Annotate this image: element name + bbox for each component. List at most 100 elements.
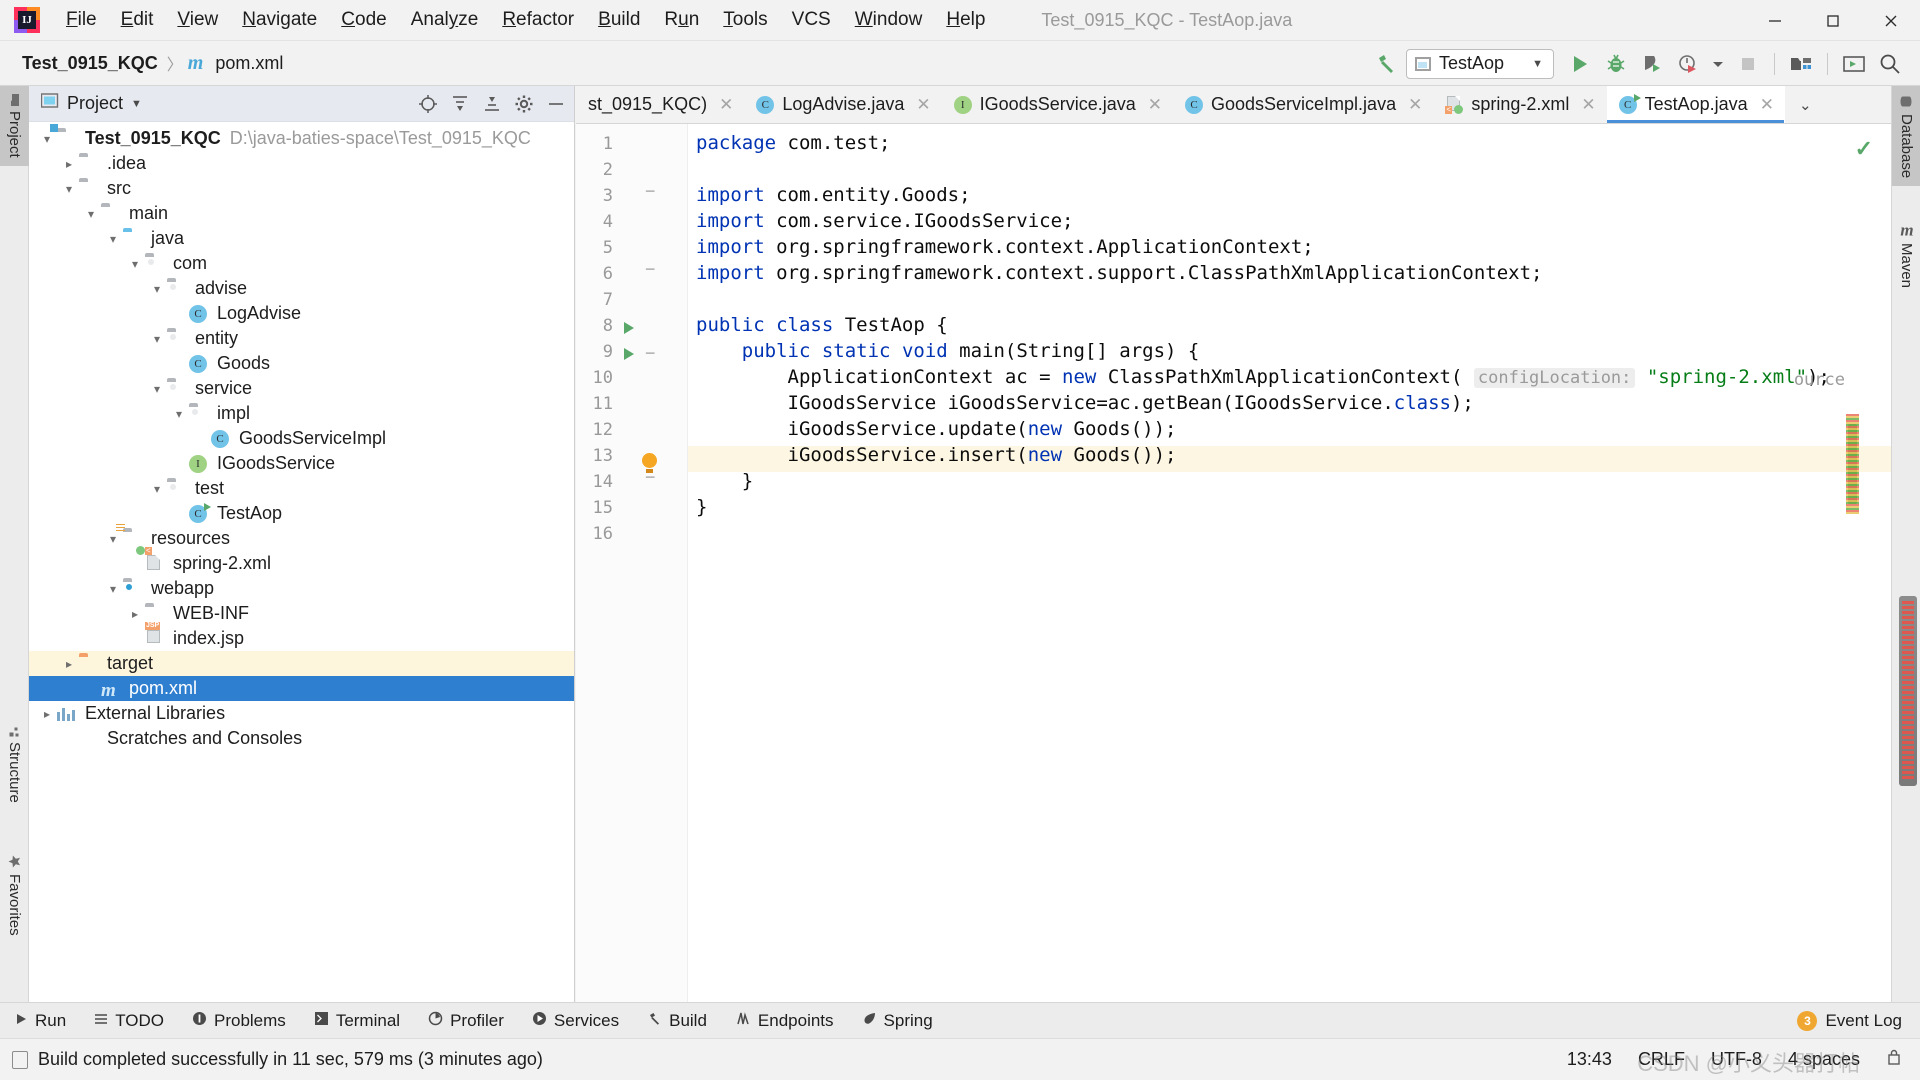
coverage-shield-icon[interactable] bbox=[1636, 48, 1668, 80]
run-gutter-icon-main[interactable] bbox=[624, 348, 634, 360]
chevron-down-icon[interactable]: ▼ bbox=[131, 98, 142, 110]
tree-row[interactable]: ▸ WEB-INF bbox=[29, 601, 574, 626]
tree-row-pom-xml[interactable]: m pom.xml bbox=[29, 676, 574, 701]
collapse-all-icon[interactable] bbox=[482, 94, 502, 114]
chevron-down-icon[interactable]: ▾ bbox=[147, 482, 167, 496]
chevron-down-icon[interactable]: ⌄ bbox=[1785, 86, 1826, 123]
tree-row[interactable]: Scratches and Consoles bbox=[29, 726, 574, 751]
sidebar-item-structure[interactable]: Structure bbox=[0, 716, 29, 811]
tree-row[interactable]: C TestAop bbox=[29, 501, 574, 526]
chevron-right-icon[interactable]: ▸ bbox=[37, 707, 57, 721]
tree-row[interactable]: ▾ resources bbox=[29, 523, 574, 551]
bottom-tab-endpoints[interactable]: Endpoints bbox=[721, 1011, 848, 1031]
tree-row[interactable]: ▾ advise bbox=[29, 276, 574, 301]
run-gutter-icon-class[interactable] bbox=[624, 322, 634, 334]
tree-row[interactable]: ▸ .idea bbox=[29, 151, 574, 176]
editor-tab-goodsserviceimpl[interactable]: C GoodsServiceImpl.java ✕ bbox=[1173, 86, 1433, 123]
status-message[interactable]: Build completed successfully in 11 sec, … bbox=[38, 1049, 543, 1070]
menu-file[interactable]: File bbox=[54, 6, 109, 34]
breadcrumb-file[interactable]: pom.xml bbox=[211, 51, 287, 76]
tree-row[interactable]: ▸ External Libraries bbox=[29, 701, 574, 726]
status-line-separator[interactable]: CRLF bbox=[1638, 1049, 1685, 1070]
tree-row[interactable]: ▾ main bbox=[29, 201, 574, 226]
close-icon[interactable]: ✕ bbox=[916, 95, 930, 115]
menu-refactor[interactable]: Refactor bbox=[490, 6, 586, 34]
bottom-tab-spring[interactable]: Spring bbox=[848, 1011, 947, 1031]
tree-row[interactable]: ▾ impl bbox=[29, 401, 574, 426]
project-structure-icon[interactable] bbox=[1785, 48, 1817, 80]
bottom-tab-profiler[interactable]: Profiler bbox=[414, 1011, 518, 1031]
expand-all-icon[interactable] bbox=[450, 94, 470, 114]
tree-row[interactable]: < spring-2.xml bbox=[29, 545, 574, 576]
tree-row[interactable]: I IGoodsService bbox=[29, 451, 574, 476]
settings-gear-icon[interactable] bbox=[514, 94, 534, 114]
menu-build[interactable]: Build bbox=[586, 6, 652, 34]
minimize-button[interactable] bbox=[1746, 0, 1804, 41]
tree-row[interactable]: ▾ webapp bbox=[29, 576, 574, 601]
chevron-down-icon[interactable]: ▾ bbox=[103, 232, 123, 246]
event-log-label[interactable]: Event Log bbox=[1825, 1011, 1902, 1031]
chevron-down-icon[interactable]: ▾ bbox=[125, 257, 145, 271]
run-triangle-icon[interactable] bbox=[1564, 48, 1596, 80]
chevron-down-icon[interactable]: ▾ bbox=[81, 207, 101, 221]
tree-row[interactable]: C GoodsServiceImpl bbox=[29, 426, 574, 451]
menu-help[interactable]: Help bbox=[934, 6, 997, 34]
chevron-down-icon[interactable]: ▾ bbox=[147, 332, 167, 346]
tree-row[interactable]: ▾ com bbox=[29, 251, 574, 276]
chevron-down-icon[interactable]: ▾ bbox=[147, 382, 167, 396]
lock-icon[interactable] bbox=[1886, 1048, 1902, 1071]
sidebar-item-project[interactable]: Project bbox=[0, 86, 29, 166]
menu-vcs[interactable]: VCS bbox=[780, 6, 843, 34]
sidebar-item-favorites[interactable]: Favorites bbox=[0, 846, 29, 944]
code-editor[interactable]: 1 2 3 4 5 6 7 8 9 10 11 12 13 14 15 16 ─… bbox=[576, 124, 1891, 1036]
inspection-status-icon[interactable]: ✓ bbox=[1855, 136, 1873, 162]
hide-panel-icon[interactable] bbox=[546, 94, 566, 114]
sidebar-item-maven[interactable]: m Maven bbox=[1892, 216, 1920, 296]
chevron-down-icon[interactable]: ▾ bbox=[37, 132, 57, 146]
status-encoding[interactable]: UTF-8 bbox=[1711, 1049, 1762, 1070]
tree-row[interactable]: ▾ Test_0915_KQC D:\java-baties-space\Tes… bbox=[29, 123, 574, 151]
tree-row[interactable]: ▾ entity bbox=[29, 326, 574, 351]
tree-row[interactable]: ▸ target bbox=[29, 651, 574, 676]
chevron-down-icon[interactable]: ▾ bbox=[169, 407, 189, 421]
profiler-clock-icon[interactable] bbox=[1672, 48, 1704, 80]
chevron-right-icon[interactable]: ▸ bbox=[125, 607, 145, 621]
close-icon[interactable]: ✕ bbox=[719, 95, 733, 115]
editor-gutter[interactable]: 1 2 3 4 5 6 7 8 9 10 11 12 13 14 15 16 ─… bbox=[576, 124, 688, 1036]
close-button[interactable] bbox=[1862, 0, 1920, 41]
breadcrumb-project[interactable]: Test_0915_KQC bbox=[18, 51, 162, 76]
run-configuration-selector[interactable]: TestAop ▼ bbox=[1406, 48, 1554, 79]
code-content[interactable]: package com.test; import com.entity.Good… bbox=[688, 124, 1891, 1036]
tree-row[interactable]: C Goods bbox=[29, 351, 574, 376]
close-icon[interactable]: ✕ bbox=[1148, 95, 1162, 115]
status-indent[interactable]: 4 spaces bbox=[1788, 1049, 1860, 1070]
maximize-button[interactable] bbox=[1804, 0, 1862, 41]
fold-region-icon[interactable]: ─ bbox=[646, 184, 654, 200]
editor-tab-spring-2-xml[interactable]: < spring-2.xml ✕ bbox=[1433, 86, 1606, 123]
tree-row[interactable]: JSP index.jsp bbox=[29, 621, 574, 651]
stop-square-icon[interactable] bbox=[1732, 48, 1764, 80]
bottom-tab-problems[interactable]: Problems bbox=[178, 1011, 300, 1031]
chevron-down-icon[interactable]: ▾ bbox=[103, 582, 123, 596]
chevron-right-icon[interactable]: ▸ bbox=[59, 157, 79, 171]
chevron-down-icon[interactable]: ▾ bbox=[103, 532, 123, 546]
menu-analyze[interactable]: Analyze bbox=[399, 6, 491, 34]
editor-tab-logadvise[interactable]: C LogAdvise.java ✕ bbox=[744, 86, 941, 123]
chevron-right-icon[interactable]: ▸ bbox=[59, 657, 79, 671]
tree-row[interactable]: ▾ java bbox=[29, 226, 574, 251]
menu-view[interactable]: View bbox=[165, 6, 230, 34]
scroll-from-source-icon[interactable] bbox=[418, 94, 438, 114]
menu-run[interactable]: Run bbox=[652, 6, 711, 34]
menu-navigate[interactable]: Navigate bbox=[230, 6, 329, 34]
close-icon[interactable]: ✕ bbox=[1581, 95, 1595, 115]
close-icon[interactable]: ✕ bbox=[1760, 95, 1774, 115]
close-icon[interactable]: ✕ bbox=[1408, 95, 1422, 115]
debug-bug-icon[interactable] bbox=[1600, 48, 1632, 80]
terminal-window-icon[interactable] bbox=[1838, 48, 1870, 80]
fold-region-icon[interactable]: ─ bbox=[646, 346, 654, 362]
tree-row[interactable]: ▾ service bbox=[29, 376, 574, 401]
fold-region-icon[interactable]: ─ bbox=[646, 262, 654, 278]
menu-tools[interactable]: Tools bbox=[711, 6, 779, 34]
build-hammer-icon[interactable] bbox=[1370, 48, 1402, 80]
editor-tab-truncated[interactable]: st_0915_KQC) ✕ bbox=[576, 86, 744, 123]
